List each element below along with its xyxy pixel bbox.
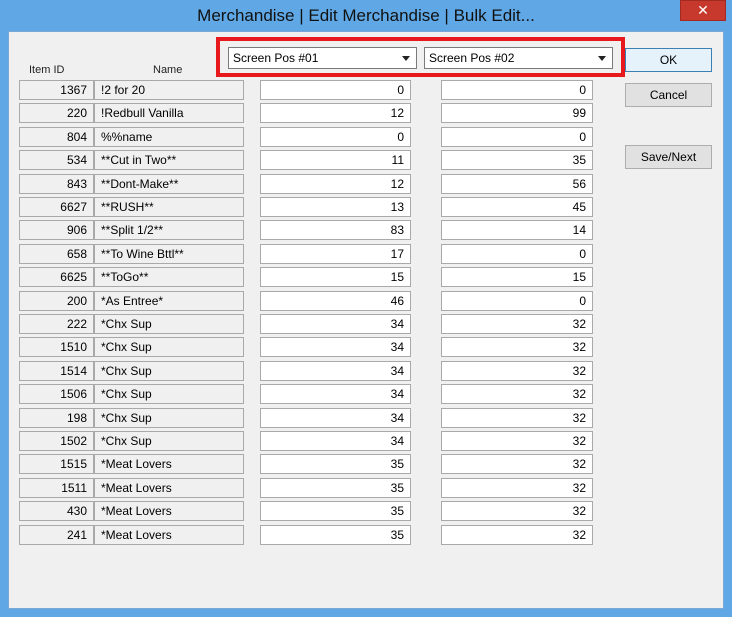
- item-id-cell: 1511: [19, 478, 94, 498]
- screen-pos-1-input[interactable]: 13: [260, 197, 411, 217]
- item-id-cell: 220: [19, 103, 94, 123]
- screen-pos-2-input[interactable]: 32: [441, 501, 593, 521]
- item-name-cell: *As Entree*: [94, 291, 244, 311]
- screen-pos-select-1[interactable]: Screen Pos #01: [228, 47, 417, 69]
- item-id-cell: 430: [19, 501, 94, 521]
- screen-pos-select-2[interactable]: Screen Pos #02: [424, 47, 613, 69]
- item-id-cell: 198: [19, 408, 94, 428]
- item-id-cell: 1514: [19, 361, 94, 381]
- item-name-cell: *Meat Lovers: [94, 478, 244, 498]
- screen-pos-2-input[interactable]: 45: [441, 197, 593, 217]
- item-name-cell: **Dont-Make**: [94, 174, 244, 194]
- screen-pos-2-input[interactable]: 32: [441, 431, 593, 451]
- screen-pos-1-input[interactable]: 35: [260, 454, 411, 474]
- item-name-cell: *Chx Sup: [94, 384, 244, 404]
- title-bar: Merchandise | Edit Merchandise | Bulk Ed…: [0, 0, 732, 31]
- screen-pos-2-input[interactable]: 32: [441, 478, 593, 498]
- item-name-cell: *Chx Sup: [94, 337, 244, 357]
- item-name-cell: **To Wine Bttl**: [94, 244, 244, 264]
- item-name-cell: %%name: [94, 127, 244, 147]
- item-name-cell: *Meat Lovers: [94, 501, 244, 521]
- screen-pos-1-input[interactable]: 34: [260, 314, 411, 334]
- item-name-cell: *Chx Sup: [94, 431, 244, 451]
- screen-pos-1-input[interactable]: 15: [260, 267, 411, 287]
- screen-pos-2-input[interactable]: 32: [441, 384, 593, 404]
- screen-pos-2-input[interactable]: 0: [441, 291, 593, 311]
- item-id-cell: 843: [19, 174, 94, 194]
- item-name-cell: **RUSH**: [94, 197, 244, 217]
- window-title: Merchandise | Edit Merchandise | Bulk Ed…: [197, 6, 535, 25]
- column-header-item-id: Item ID: [29, 64, 65, 76]
- screen-pos-1-input[interactable]: 35: [260, 501, 411, 521]
- screen-pos-1-input[interactable]: 34: [260, 408, 411, 428]
- bulk-edit-dialog: Merchandise | Edit Merchandise | Bulk Ed…: [0, 0, 732, 617]
- screen-pos-2-input[interactable]: 15: [441, 267, 593, 287]
- item-name-cell: **ToGo**: [94, 267, 244, 287]
- screen-pos-1-input[interactable]: 0: [260, 127, 411, 147]
- save-next-button[interactable]: Save/Next: [625, 145, 712, 169]
- item-id-cell: 6627: [19, 197, 94, 217]
- screen-pos-1-input[interactable]: 12: [260, 174, 411, 194]
- cancel-button[interactable]: Cancel: [625, 83, 712, 107]
- item-id-cell: 1515: [19, 454, 94, 474]
- screen-pos-2-input[interactable]: 0: [441, 244, 593, 264]
- item-name-cell: *Meat Lovers: [94, 525, 244, 545]
- item-name-cell: !Redbull Vanilla: [94, 103, 244, 123]
- item-id-cell: 200: [19, 291, 94, 311]
- close-icon: ✕: [697, 2, 709, 18]
- screen-pos-1-input[interactable]: 34: [260, 431, 411, 451]
- ok-button[interactable]: OK: [625, 48, 712, 72]
- screen-pos-1-input[interactable]: 17: [260, 244, 411, 264]
- item-name-cell: !2 for 20: [94, 80, 244, 100]
- item-name-cell: *Meat Lovers: [94, 454, 244, 474]
- screen-pos-1-input[interactable]: 0: [260, 80, 411, 100]
- item-name-cell: *Chx Sup: [94, 361, 244, 381]
- item-id-cell: 1367: [19, 80, 94, 100]
- screen-pos-1-input[interactable]: 46: [260, 291, 411, 311]
- screen-pos-2-input[interactable]: 99: [441, 103, 593, 123]
- column-header-name: Name: [153, 64, 183, 76]
- screen-pos-2-input[interactable]: 56: [441, 174, 593, 194]
- item-name-cell: *Chx Sup: [94, 408, 244, 428]
- item-id-cell: 1502: [19, 431, 94, 451]
- chevron-down-icon: [598, 56, 606, 61]
- screen-pos-1-input[interactable]: 35: [260, 525, 411, 545]
- item-id-cell: 241: [19, 525, 94, 545]
- screen-pos-1-input[interactable]: 11: [260, 150, 411, 170]
- item-id-cell: 6625: [19, 267, 94, 287]
- screen-pos-1-input[interactable]: 34: [260, 361, 411, 381]
- item-name-cell: **Split 1/2**: [94, 220, 244, 240]
- screen-pos-2-input[interactable]: 35: [441, 150, 593, 170]
- dialog-body: Item ID Name Screen Pos #01 Screen Pos #…: [8, 31, 724, 609]
- screen-pos-select-1-value: Screen Pos #01: [233, 51, 319, 65]
- close-button[interactable]: ✕: [680, 0, 726, 21]
- screen-pos-1-input[interactable]: 12: [260, 103, 411, 123]
- screen-pos-2-input[interactable]: 32: [441, 454, 593, 474]
- item-id-cell: 222: [19, 314, 94, 334]
- item-id-cell: 534: [19, 150, 94, 170]
- screen-pos-1-input[interactable]: 35: [260, 478, 411, 498]
- screen-pos-2-input[interactable]: 0: [441, 80, 593, 100]
- chevron-down-icon: [402, 56, 410, 61]
- screen-pos-2-input[interactable]: 32: [441, 525, 593, 545]
- item-id-cell: 658: [19, 244, 94, 264]
- screen-pos-2-input[interactable]: 32: [441, 361, 593, 381]
- screen-pos-2-input[interactable]: 32: [441, 337, 593, 357]
- item-id-cell: 804: [19, 127, 94, 147]
- item-name-cell: *Chx Sup: [94, 314, 244, 334]
- screen-pos-1-input[interactable]: 34: [260, 337, 411, 357]
- item-name-cell: **Cut in Two**: [94, 150, 244, 170]
- screen-pos-1-input[interactable]: 83: [260, 220, 411, 240]
- item-id-cell: 1510: [19, 337, 94, 357]
- screen-pos-1-input[interactable]: 34: [260, 384, 411, 404]
- item-id-cell: 906: [19, 220, 94, 240]
- screen-pos-2-input[interactable]: 0: [441, 127, 593, 147]
- screen-pos-select-2-value: Screen Pos #02: [429, 51, 515, 65]
- screen-pos-2-input[interactable]: 32: [441, 314, 593, 334]
- screen-pos-2-input[interactable]: 14: [441, 220, 593, 240]
- screen-pos-2-input[interactable]: 32: [441, 408, 593, 428]
- item-id-cell: 1506: [19, 384, 94, 404]
